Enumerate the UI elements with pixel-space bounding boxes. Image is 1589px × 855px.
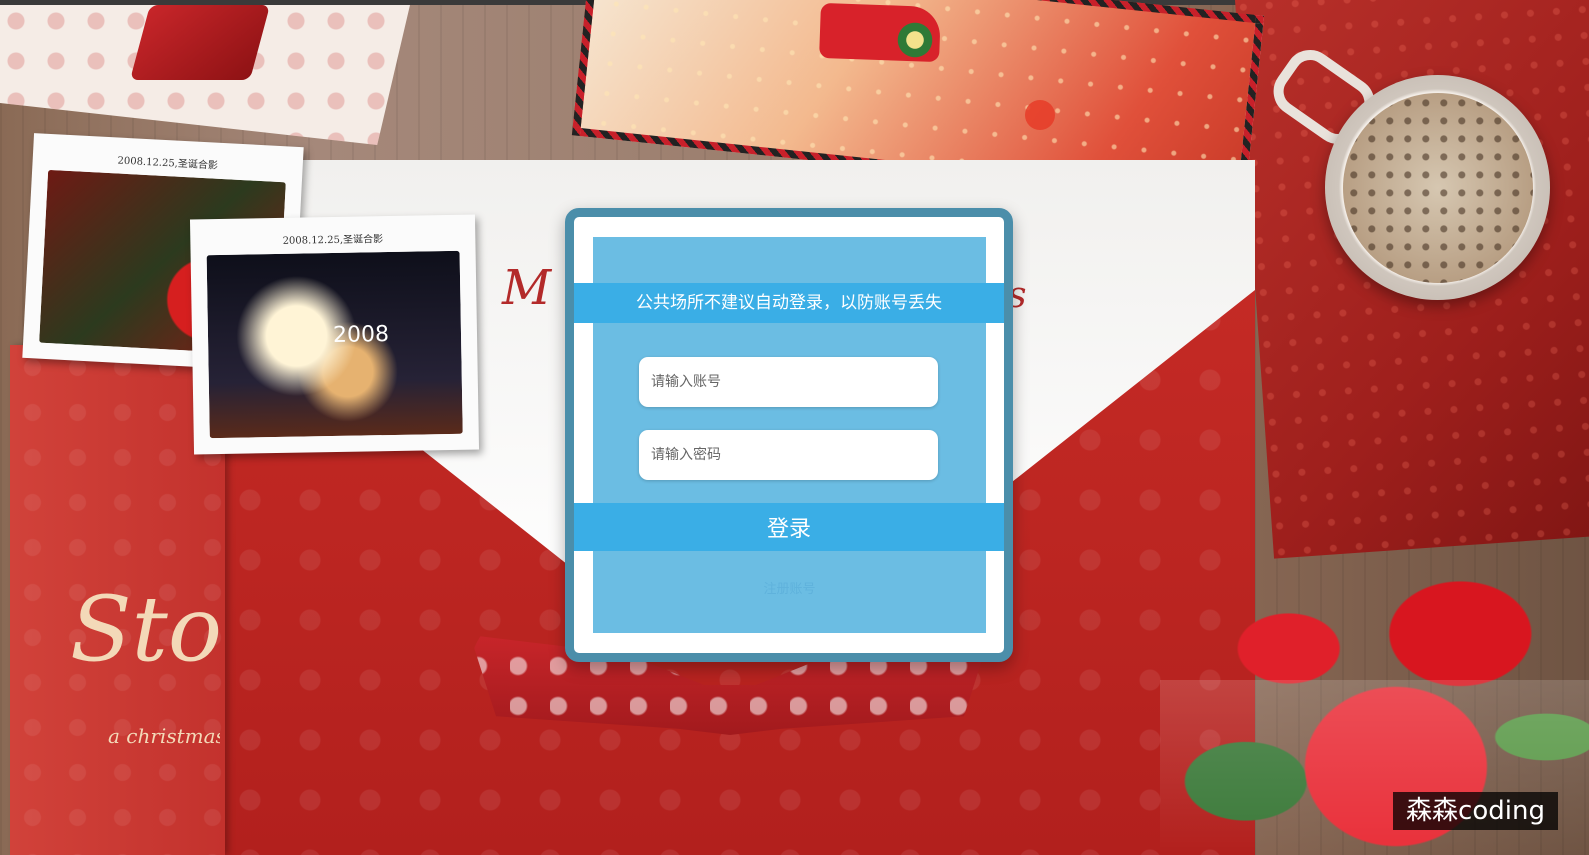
register-link[interactable]: 注册账号 [593, 578, 986, 597]
photo-image-lights: 2008 [206, 250, 463, 439]
coffee-surface [1343, 93, 1533, 283]
account-input[interactable] [639, 357, 938, 407]
login-notice: 公共场所不建议自动登录，以防账号丢失 [574, 283, 1004, 323]
photo-lights: 2008.12.25,圣诞合影 2008 [189, 214, 480, 455]
watermark: 森森coding [1393, 792, 1558, 830]
login-button[interactable]: 登录 [574, 503, 1004, 551]
book-subtitle: a christmas [108, 724, 220, 748]
password-input[interactable] [639, 430, 938, 480]
cursor-highlight [1025, 100, 1055, 130]
book-title: Sto [70, 585, 225, 675]
book-title-main: Sto [70, 585, 223, 675]
photo-caption: 2008.12.25,圣诞合影 [282, 234, 384, 247]
gift-ribbon-decoration [129, 5, 271, 80]
wreath-decoration [895, 20, 935, 60]
christmas-login-page: M s Sto a christmas 2008.12.25,圣诞合影 2008… [0, 0, 1589, 855]
photo-year: 2008 [332, 322, 390, 349]
script-letter-left: M [502, 260, 552, 316]
